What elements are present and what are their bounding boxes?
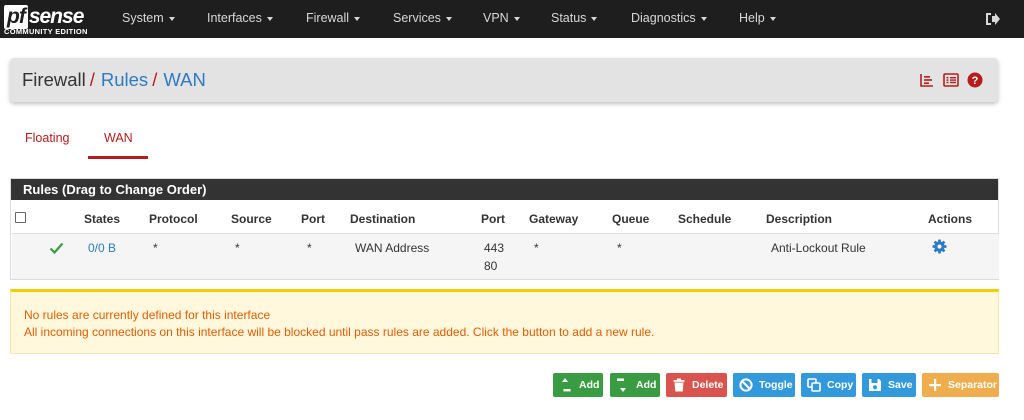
- cell-source-port: *: [307, 241, 312, 255]
- cell-protocol: *: [153, 241, 158, 255]
- help-icon[interactable]: ?: [967, 72, 983, 88]
- nav-help[interactable]: Help: [739, 11, 776, 25]
- check-icon: [49, 242, 64, 255]
- pfsense-logo[interactable]: pf sense COMMUNITY EDITION: [4, 3, 98, 36]
- caret-down-icon: [168, 16, 175, 21]
- cell-description: Anti-Lockout Rule: [771, 241, 866, 255]
- cell-destination: WAN Address: [355, 241, 430, 255]
- delete-button[interactable]: Delete: [666, 373, 727, 397]
- breadcrumb-firewall: Firewall: [22, 69, 86, 90]
- nav-firewall[interactable]: Firewall: [306, 11, 361, 25]
- breadcrumb-separator: /: [89, 69, 95, 90]
- nav-system[interactable]: System: [122, 11, 175, 25]
- nav-firewall-label: Firewall: [306, 11, 350, 25]
- logo-name: sense: [28, 5, 85, 28]
- add-bottom-button[interactable]: Add: [610, 373, 660, 397]
- caret-down-icon: [700, 16, 707, 21]
- caret-down-icon: [591, 16, 598, 21]
- caret-down-icon: [266, 16, 273, 21]
- separator-label: Separator: [948, 379, 998, 391]
- col-source-port[interactable]: Port: [301, 212, 325, 226]
- level-down-icon: [617, 378, 626, 392]
- logo-edition: COMMUNITY EDITION: [4, 27, 88, 36]
- nav-help-label: Help: [739, 11, 765, 25]
- tab-floating[interactable]: Floating: [25, 131, 69, 145]
- nav-system-label: System: [122, 11, 164, 25]
- add-top-label: Add: [579, 379, 600, 391]
- states-link[interactable]: 0/0 B: [88, 241, 116, 255]
- page-header: Firewall / Rules / WAN ?: [10, 58, 998, 102]
- tab-wan[interactable]: WAN: [104, 131, 133, 145]
- nav-services[interactable]: Services: [393, 11, 452, 25]
- list-icon[interactable]: [943, 72, 959, 88]
- sign-out-icon[interactable]: [984, 11, 1000, 27]
- col-queue[interactable]: Queue: [612, 212, 649, 226]
- nav-diagnostics-label: Diagnostics: [631, 11, 696, 25]
- gear-icon[interactable]: [932, 239, 947, 254]
- toggle-button[interactable]: Toggle: [733, 373, 795, 397]
- save-button[interactable]: Save: [862, 373, 916, 397]
- nav-vpn[interactable]: VPN: [483, 11, 520, 25]
- cell-queue: *: [617, 241, 622, 255]
- col-description[interactable]: Description: [766, 212, 832, 226]
- save-label: Save: [888, 379, 913, 391]
- table-row[interactable]: 0/0 B * * * WAN Address 443 80 * * Anti-…: [12, 233, 999, 279]
- add-bottom-label: Add: [636, 379, 657, 391]
- cell-source: *: [235, 241, 240, 255]
- nav-interfaces-label: Interfaces: [207, 11, 262, 25]
- panel-title: Rules (Drag to Change Order): [11, 179, 998, 200]
- toggle-label: Toggle: [759, 379, 793, 391]
- nav-status[interactable]: Status: [551, 11, 598, 25]
- col-dest-port[interactable]: Port: [481, 212, 505, 226]
- add-top-button[interactable]: Add: [553, 373, 603, 397]
- nav-services-label: Services: [393, 11, 441, 25]
- breadcrumb-separator: /: [152, 69, 158, 90]
- logo-pf-mark: pf: [4, 5, 28, 29]
- logo-wordmark: pf sense: [4, 5, 85, 29]
- warning-line-2: All incoming connections on this interfa…: [24, 325, 655, 339]
- nav-vpn-label: VPN: [483, 11, 509, 25]
- trash-icon: [673, 378, 685, 392]
- nav-diagnostics[interactable]: Diagnostics: [631, 11, 707, 25]
- cell-gateway: *: [534, 241, 539, 255]
- nav-status-label: Status: [551, 11, 587, 25]
- tab-active-indicator: [88, 156, 148, 159]
- delete-label: Delete: [692, 379, 724, 391]
- col-protocol[interactable]: Protocol: [149, 212, 198, 226]
- level-up-icon: [562, 378, 571, 392]
- caret-down-icon: [445, 16, 452, 21]
- save-icon: [869, 379, 881, 391]
- col-states[interactable]: States: [84, 212, 120, 226]
- copy-button[interactable]: Copy: [801, 373, 856, 397]
- copy-icon: [807, 378, 821, 392]
- caret-down-icon: [513, 16, 520, 21]
- top-navbar: pf sense COMMUNITY EDITION System Interfa…: [0, 0, 1024, 38]
- caret-down-icon: [354, 16, 361, 21]
- caret-down-icon: [769, 16, 776, 21]
- breadcrumb-wan-link[interactable]: WAN: [163, 69, 205, 90]
- copy-label: Copy: [827, 379, 854, 391]
- col-schedule[interactable]: Schedule: [678, 212, 731, 226]
- col-source[interactable]: Source: [231, 212, 272, 226]
- ban-icon: [739, 378, 753, 392]
- col-gateway[interactable]: Gateway: [529, 212, 578, 226]
- separator-button[interactable]: Separator: [922, 373, 999, 397]
- col-destination[interactable]: Destination: [350, 212, 415, 226]
- breadcrumb-rules-link[interactable]: Rules: [101, 69, 148, 90]
- select-all-checkbox[interactable]: [15, 212, 26, 223]
- col-actions: Actions: [928, 212, 973, 226]
- rules-panel: Rules (Drag to Change Order) States Prot…: [10, 178, 999, 280]
- breadcrumb: Firewall / Rules / WAN: [22, 69, 206, 91]
- cell-dest-port: 443: [484, 241, 505, 255]
- no-rules-warning: No rules are currently defined for this …: [10, 289, 999, 354]
- warning-line-1: No rules are currently defined for this …: [24, 308, 271, 322]
- svg-text:?: ?: [972, 75, 979, 87]
- chart-icon[interactable]: [919, 72, 935, 88]
- plus-icon: [929, 379, 941, 391]
- cell-dest-port-2: 80: [484, 259, 498, 273]
- nav-interfaces[interactable]: Interfaces: [207, 11, 273, 25]
